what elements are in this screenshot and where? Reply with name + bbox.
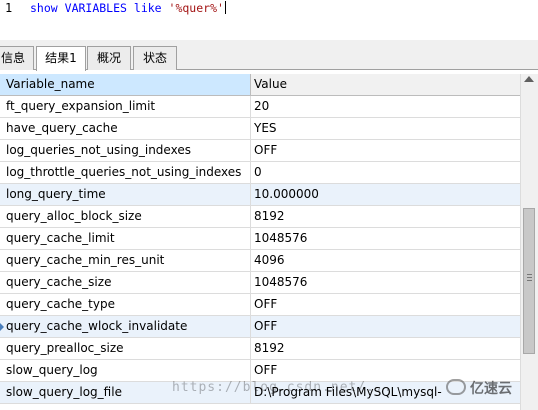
value-cell[interactable]: 4096	[254, 250, 516, 271]
tab-info[interactable]: 信息	[0, 46, 34, 70]
variable-name-cell[interactable]: log_queries_not_using_indexes	[6, 140, 246, 161]
variable-name-cell[interactable]: query_cache_size	[6, 272, 246, 293]
value-cell[interactable]: 8192	[254, 206, 516, 227]
column-divider	[250, 338, 251, 360]
vertical-scrollbar[interactable]	[520, 74, 538, 410]
tab-result1[interactable]: 结果1	[36, 46, 86, 71]
variable-name-cell[interactable]: long_query_time	[6, 184, 246, 205]
column-divider	[250, 162, 251, 184]
table-row[interactable]: have_query_cache YES	[0, 118, 520, 140]
column-divider	[250, 206, 251, 228]
grip-icon	[527, 277, 532, 278]
scroll-up-arrow-icon[interactable]	[524, 76, 534, 82]
column-divider	[250, 228, 251, 250]
grid-header-row: Variable_name Value	[0, 74, 520, 96]
table-row-selected[interactable]: long_query_time 10.000000	[0, 184, 520, 206]
column-divider	[250, 184, 251, 206]
table-row[interactable]: query_cache_min_res_unit 4096	[0, 250, 520, 272]
variable-name-cell[interactable]: query_cache_wlock_invalidate	[6, 316, 246, 337]
column-header-variable-name[interactable]: Variable_name	[0, 74, 250, 95]
variable-name-cell[interactable]: query_cache_min_res_unit	[6, 250, 246, 271]
column-divider	[250, 96, 251, 118]
brand-watermark: 亿速云	[446, 378, 512, 398]
column-divider	[250, 360, 251, 382]
variable-name-cell[interactable]: log_throttle_queries_not_using_indexes	[6, 162, 246, 183]
scrollbar-thumb[interactable]	[523, 208, 535, 354]
variable-name-cell[interactable]: query_alloc_block_size	[6, 206, 246, 227]
column-divider	[250, 316, 251, 338]
value-cell[interactable]: OFF	[254, 140, 516, 161]
variable-name-cell[interactable]: ft_query_expansion_limit	[6, 96, 246, 117]
text-caret	[224, 1, 226, 14]
variable-name-cell[interactable]: query_prealloc_size	[6, 338, 246, 359]
column-divider	[250, 118, 251, 140]
value-cell[interactable]: 8192	[254, 338, 516, 359]
table-row[interactable]: query_cache_limit 1048576	[0, 228, 520, 250]
value-cell[interactable]: OFF	[254, 316, 516, 337]
sql-pattern-string: '%quer%'	[168, 1, 224, 15]
column-divider	[250, 140, 251, 162]
table-row-current[interactable]: query_cache_wlock_invalidate OFF	[0, 316, 520, 338]
value-cell[interactable]: 10.000000	[254, 184, 516, 205]
sql-keyword-variables: VARIABLES	[64, 1, 127, 15]
variable-name-cell[interactable]: have_query_cache	[6, 118, 246, 139]
value-cell[interactable]: OFF	[254, 294, 516, 315]
watermark-url: https://blog.csdn.net/...	[172, 380, 393, 395]
tab-profile[interactable]: 概况	[87, 46, 131, 70]
result-tab-bar: 信息 结果1 概况 状态	[0, 40, 538, 71]
line-number: 1	[5, 1, 13, 15]
variable-name-cell[interactable]: slow_query_log	[6, 360, 246, 381]
column-divider[interactable]	[250, 74, 251, 96]
column-divider	[250, 250, 251, 272]
table-row[interactable]: ft_query_expansion_limit 20	[0, 96, 520, 118]
variable-name-cell[interactable]: query_cache_limit	[6, 228, 246, 249]
variable-name-cell[interactable]: query_cache_type	[6, 294, 246, 315]
value-cell[interactable]: 20	[254, 96, 516, 117]
current-row-marker-icon	[0, 323, 4, 331]
table-row[interactable]: query_prealloc_size 8192	[0, 338, 520, 360]
result-grid[interactable]: Variable_name Value ft_query_expansion_l…	[0, 74, 520, 410]
table-row[interactable]: query_cache_size 1048576	[0, 272, 520, 294]
table-row[interactable]: log_queries_not_using_indexes OFF	[0, 140, 520, 162]
brand-name: 亿速云	[470, 381, 512, 397]
tab-status[interactable]: 状态	[133, 46, 177, 70]
table-row[interactable]: slow_query_log OFF	[0, 360, 520, 382]
table-row[interactable]: query_cache_type OFF	[0, 294, 520, 316]
sql-keyword-like: like	[133, 1, 162, 15]
value-cell[interactable]: 1048576	[254, 272, 516, 293]
cloud-logo-icon	[446, 379, 466, 395]
sql-editor[interactable]: 1 show VARIABLES like '%quer%'	[0, 0, 538, 40]
value-cell[interactable]: 0	[254, 162, 516, 183]
table-row[interactable]: query_alloc_block_size 8192	[0, 206, 520, 228]
value-cell[interactable]: 1048576	[254, 228, 516, 249]
column-divider	[250, 294, 251, 316]
sql-keyword-show: show	[30, 1, 58, 15]
sql-query-text[interactable]: show VARIABLES like '%quer%'	[30, 1, 226, 15]
value-cell[interactable]: YES	[254, 118, 516, 139]
table-row[interactable]: log_throttle_queries_not_using_indexes 0	[0, 162, 520, 184]
column-header-value[interactable]: Value	[254, 74, 516, 95]
column-divider	[250, 272, 251, 294]
